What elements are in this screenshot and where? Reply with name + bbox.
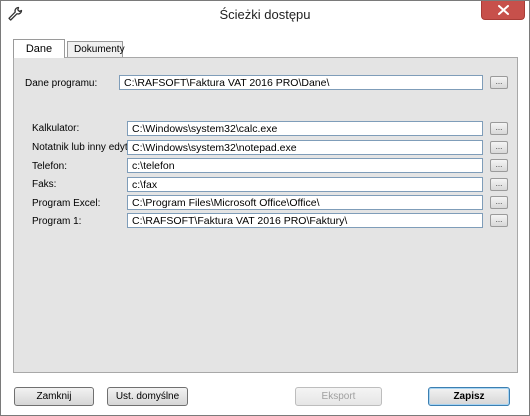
close-button[interactable]: Zamknij: [14, 387, 94, 406]
calculator-label: Kalkulator:: [32, 123, 80, 134]
phone-browse-button[interactable]: ...: [490, 159, 508, 172]
editor-browse-button[interactable]: ...: [490, 141, 508, 154]
program-data-label: Dane programu:: [25, 78, 98, 89]
save-button[interactable]: Zapisz: [428, 387, 510, 406]
close-icon: [498, 5, 509, 15]
excel-field[interactable]: C:\Program Files\Microsoft Office\Office…: [127, 195, 483, 210]
window-close-button[interactable]: [481, 1, 525, 20]
editor-field[interactable]: C:\Windows\system32\notepad.exe: [127, 140, 483, 155]
tab-dane[interactable]: Dane: [13, 39, 65, 58]
window-title: Ścieżki dostępu: [219, 7, 311, 22]
defaults-button[interactable]: Ust. domyślne: [107, 387, 188, 406]
program-data-browse-button[interactable]: ...: [490, 76, 508, 89]
excel-label: Program Excel:: [32, 198, 101, 209]
program1-field[interactable]: C:\RAFSOFT\Faktura VAT 2016 PRO\Faktury\: [127, 213, 483, 228]
export-button[interactable]: Eksport: [295, 387, 382, 406]
title-bar: Ścieżki dostępu: [1, 1, 529, 27]
fax-browse-button[interactable]: ...: [490, 178, 508, 191]
dialog-window: Ścieżki dostępu Dane Dokumenty Dane prog…: [0, 0, 530, 416]
fax-label: Faks:: [32, 179, 57, 190]
calculator-field[interactable]: C:\Windows\system32\calc.exe: [127, 121, 483, 136]
phone-label: Telefon:: [32, 161, 68, 172]
tab-dokumenty[interactable]: Dokumenty: [67, 41, 125, 57]
calculator-browse-button[interactable]: ...: [490, 122, 508, 135]
tab-panel-dane: Dane programu: C:\RAFSOFT\Faktura VAT 20…: [13, 57, 518, 373]
editor-label: Notatnik lub inny edytor:: [32, 142, 140, 153]
excel-browse-button[interactable]: ...: [490, 196, 508, 209]
program1-browse-button[interactable]: ...: [490, 214, 508, 227]
program-data-field[interactable]: C:\RAFSOFT\Faktura VAT 2016 PRO\Dane\: [119, 75, 483, 90]
phone-field[interactable]: c:\telefon: [127, 158, 483, 173]
program1-label: Program 1:: [32, 216, 82, 227]
fax-field[interactable]: c:\fax: [127, 177, 483, 192]
